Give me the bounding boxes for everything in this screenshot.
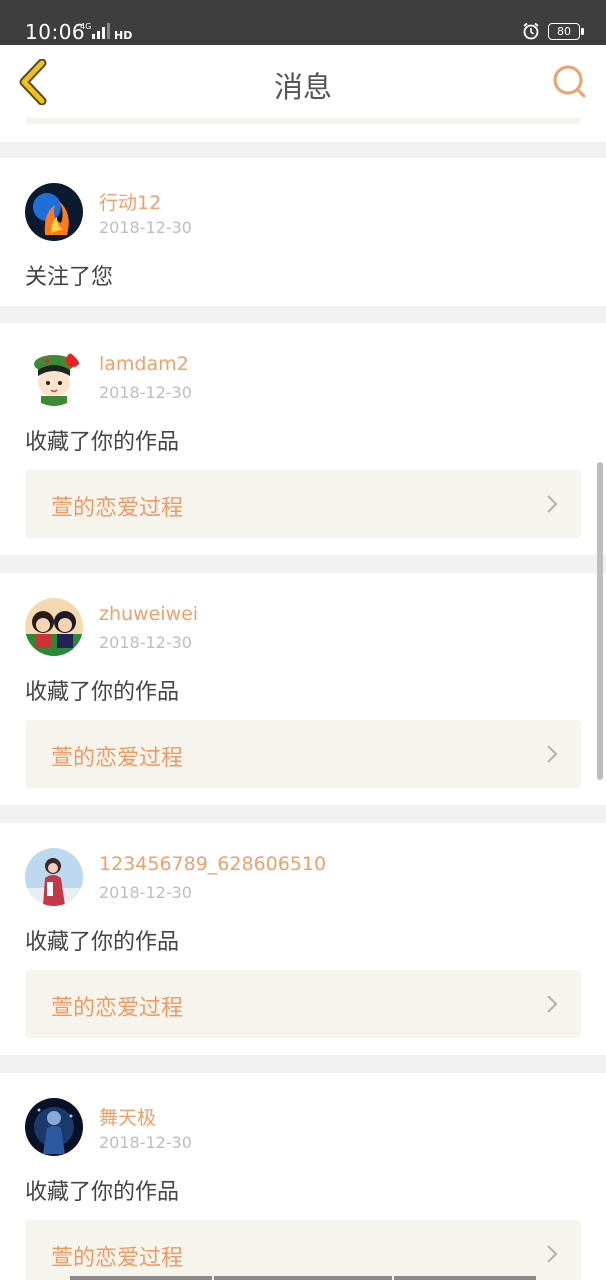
work-link[interactable]: 萱的恋爱过程 [25, 1220, 581, 1280]
username[interactable]: 123456789_628606510 [99, 853, 326, 875]
alarm-icon [523, 22, 539, 40]
work-link[interactable]: 萱的恋爱过程 [25, 470, 581, 538]
message-date: 2018-12-30 [99, 1133, 192, 1152]
username[interactable]: zhuweiwei [99, 603, 198, 625]
list-item: lamdam2 2018-12-30 收藏了你的作品 萱的恋爱过程 [0, 323, 606, 555]
message-list[interactable]: 行动12 2018-12-30 关注了您 lamdam2 2018-12-30 … [0, 118, 606, 1280]
chevron-right-icon [547, 995, 558, 1013]
status-bar: 10:06 4G HD 80 [0, 0, 606, 45]
username[interactable]: lamdam2 [99, 353, 189, 375]
chevron-right-icon [547, 495, 558, 513]
message-action: 收藏了你的作品 [25, 680, 180, 705]
header-bar: 消息 [0, 45, 606, 119]
chevron-right-icon [547, 745, 558, 763]
avatar[interactable] [25, 183, 83, 241]
work-title: 萱的恋爱过程 [51, 746, 184, 771]
list-item: 123456789_628606510 2018-12-30 收藏了你的作品 萱… [0, 823, 606, 1055]
avatar[interactable] [25, 848, 83, 906]
nav-indicator [214, 1276, 392, 1280]
work-link[interactable] [25, 118, 581, 124]
scrollbar[interactable] [597, 462, 603, 780]
search-icon[interactable] [550, 62, 590, 102]
message-action: 收藏了你的作品 [25, 930, 180, 955]
work-link[interactable]: 萱的恋爱过程 [25, 970, 581, 1038]
nav-indicator [394, 1276, 536, 1280]
list-item: 行动12 2018-12-30 关注了您 [0, 158, 606, 306]
message-date: 2018-12-30 [99, 383, 192, 402]
hd-icon: HD [114, 29, 132, 42]
list-item: zhuweiwei 2018-12-30 收藏了你的作品 萱的恋爱过程 [0, 573, 606, 805]
nav-indicator [70, 1276, 212, 1280]
avatar[interactable] [25, 598, 83, 656]
message-date: 2018-12-30 [99, 633, 192, 652]
work-title: 萱的恋爱过程 [51, 1246, 184, 1271]
message-action: 收藏了你的作品 [25, 1180, 180, 1205]
battery-level: 80 [557, 24, 571, 38]
avatar[interactable] [25, 348, 83, 406]
work-title: 萱的恋爱过程 [51, 996, 184, 1021]
svg-text:4G: 4G [80, 22, 91, 31]
message-action: 关注了您 [25, 265, 114, 290]
work-title: 萱的恋爱过程 [51, 496, 184, 521]
status-time: 10:06 [25, 20, 86, 44]
battery-icon: 80 [548, 22, 584, 40]
avatar[interactable] [25, 1098, 83, 1156]
chevron-right-icon [547, 1245, 558, 1263]
message-date: 2018-12-30 [99, 883, 192, 902]
signal-icon: 4G HD [80, 22, 132, 42]
work-link[interactable]: 萱的恋爱过程 [25, 720, 581, 788]
list-item [0, 118, 606, 142]
page-title: 消息 [273, 70, 332, 104]
list-item: 舞天极 2018-12-30 收藏了你的作品 萱的恋爱过程 [0, 1073, 606, 1280]
username[interactable]: 行动12 [99, 188, 161, 215]
message-date: 2018-12-30 [99, 218, 192, 237]
message-action: 收藏了你的作品 [25, 430, 180, 455]
username[interactable]: 舞天极 [99, 1103, 156, 1130]
